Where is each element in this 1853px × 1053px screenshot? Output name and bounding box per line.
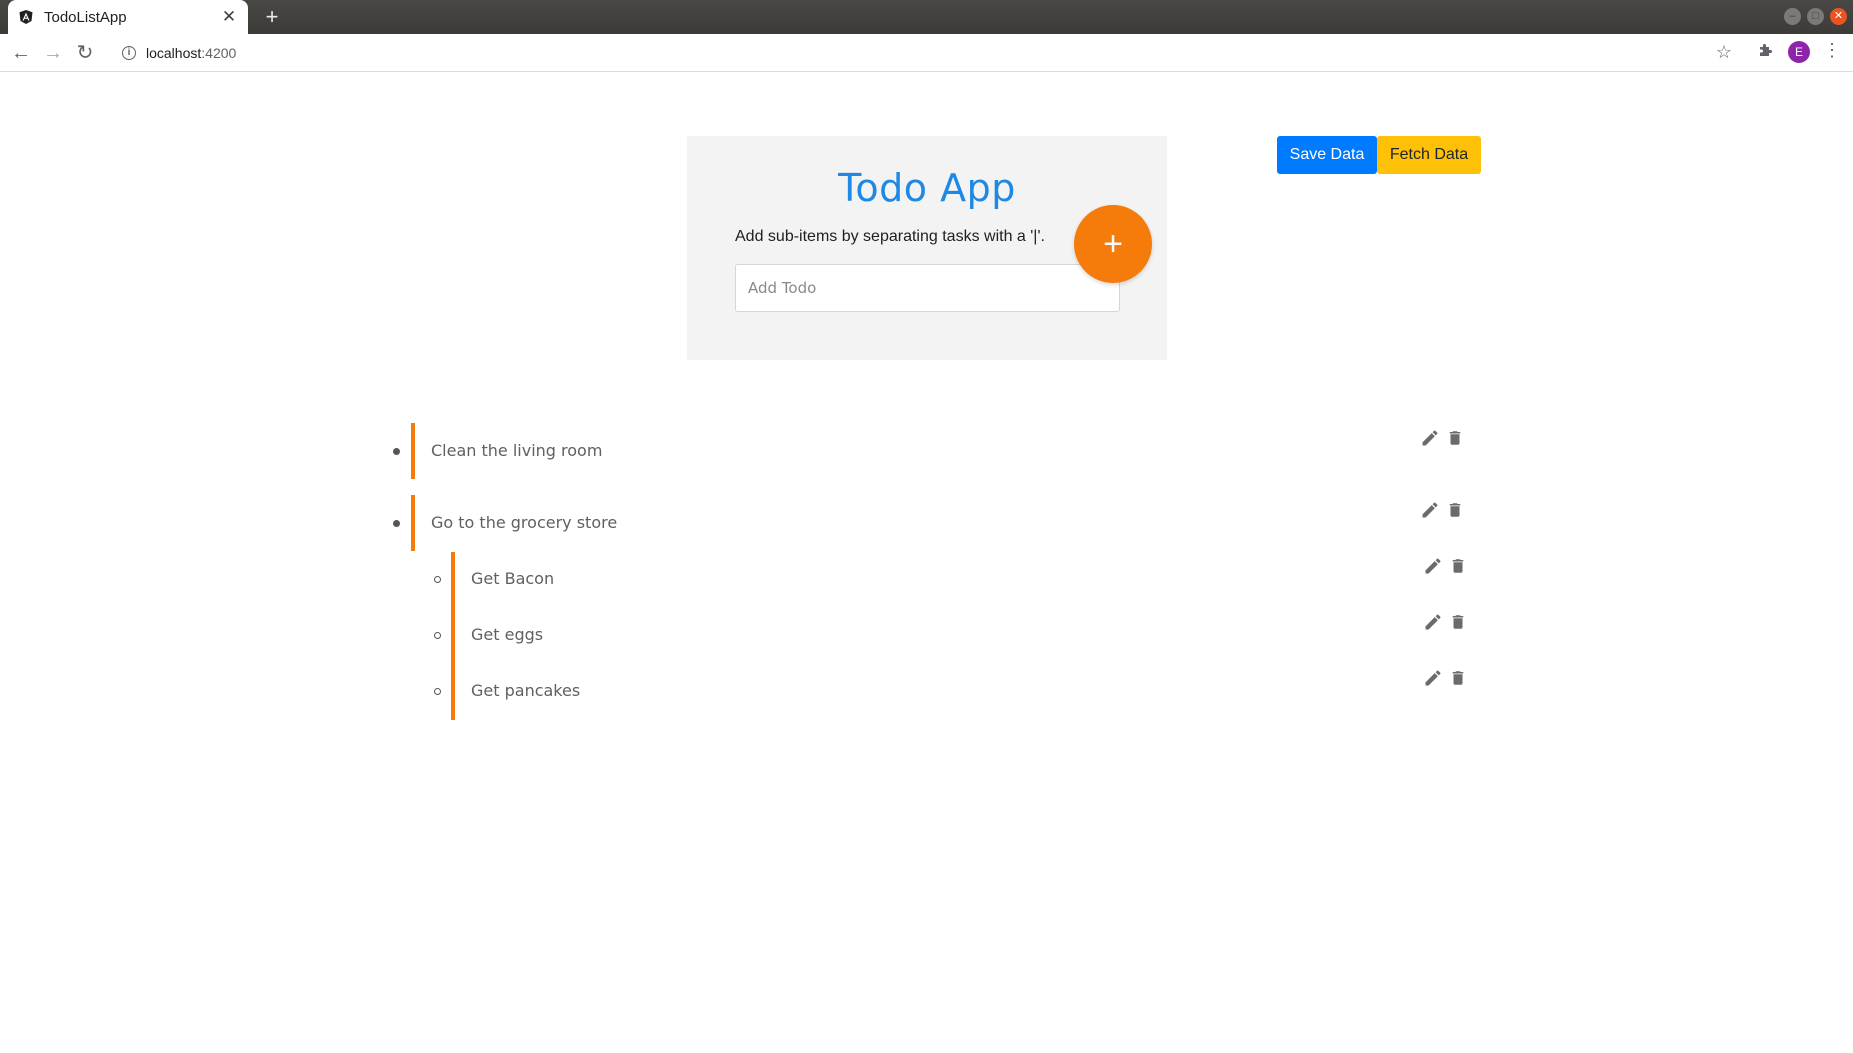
back-arrow-icon[interactable]: ←: [9, 41, 33, 65]
new-tab-button[interactable]: +: [258, 3, 286, 31]
profile-avatar[interactable]: E: [1788, 41, 1810, 63]
page-content: Todo App Add sub-items by separating tas…: [0, 72, 1853, 1053]
edit-pencil-icon[interactable]: [1420, 428, 1440, 448]
delete-trash-icon[interactable]: [1446, 500, 1464, 520]
todo-actions: [1420, 428, 1464, 448]
todo-text[interactable]: Go to the grocery store: [431, 513, 617, 532]
tab-title: TodoListApp: [44, 8, 127, 26]
edit-pencil-icon[interactable]: [1423, 612, 1443, 632]
todo-accent-bar: [411, 495, 415, 551]
edit-pencil-icon[interactable]: [1423, 668, 1443, 688]
add-todo-input[interactable]: [735, 264, 1120, 312]
todo-header-card: Todo App Add sub-items by separating tas…: [687, 136, 1167, 360]
extensions-puzzle-icon[interactable]: [1757, 41, 1775, 64]
hollow-bullet-icon: [434, 632, 441, 639]
hollow-bullet-icon: [434, 576, 441, 583]
add-todo-button[interactable]: +: [1074, 205, 1152, 283]
reload-icon[interactable]: ↻: [73, 41, 97, 65]
subtodo-text[interactable]: Get eggs: [471, 625, 543, 644]
browser-toolbar: ← → ↻ i localhost:4200 ☆: [0, 34, 1853, 72]
forward-arrow-icon[interactable]: →: [41, 41, 65, 65]
browser-titlebar: TodoListApp ✕ + – □ ✕: [0, 0, 1853, 34]
subtodo-actions: [1423, 668, 1467, 688]
delete-trash-icon[interactable]: [1449, 612, 1467, 632]
data-actions: Save Data Fetch Data: [1277, 136, 1481, 174]
bullet-icon: [393, 520, 400, 527]
page-title: Todo App: [838, 166, 1016, 210]
url-host: localhost: [146, 45, 202, 61]
todo-actions: [1420, 500, 1464, 520]
delete-trash-icon[interactable]: [1449, 668, 1467, 688]
edit-pencil-icon[interactable]: [1420, 500, 1440, 520]
tab-close-icon[interactable]: ✕: [220, 7, 238, 27]
browser-tab[interactable]: TodoListApp ✕: [8, 0, 248, 34]
url-port: :4200: [201, 45, 237, 61]
subtodo-text[interactable]: Get pancakes: [471, 681, 580, 700]
edit-pencil-icon[interactable]: [1423, 556, 1443, 576]
angular-icon: [18, 9, 34, 25]
bullet-icon: [393, 448, 400, 455]
subitem-accent-bar: [451, 552, 455, 720]
info-icon[interactable]: i: [122, 46, 136, 60]
maximize-icon[interactable]: □: [1807, 8, 1824, 25]
fetch-data-button[interactable]: Fetch Data: [1377, 136, 1481, 174]
address-bar[interactable]: i localhost:4200 ☆: [108, 37, 1746, 69]
hollow-bullet-icon: [434, 688, 441, 695]
close-window-icon[interactable]: ✕: [1830, 8, 1847, 25]
bookmark-star-icon[interactable]: ☆: [1716, 42, 1732, 63]
todo-text[interactable]: Clean the living room: [431, 441, 602, 460]
delete-trash-icon[interactable]: [1449, 556, 1467, 576]
save-data-button[interactable]: Save Data: [1277, 136, 1377, 174]
window-controls: – □ ✕: [1784, 8, 1847, 25]
subtodo-text[interactable]: Get Bacon: [471, 569, 554, 588]
subtodo-actions: [1423, 556, 1467, 576]
delete-trash-icon[interactable]: [1446, 428, 1464, 448]
subtodo-actions: [1423, 612, 1467, 632]
minimize-icon[interactable]: –: [1784, 8, 1801, 25]
todo-accent-bar: [411, 423, 415, 479]
hint-text: Add sub-items by separating tasks with a…: [735, 228, 1045, 245]
browser-menu-icon[interactable]: ⋮: [1822, 40, 1842, 61]
